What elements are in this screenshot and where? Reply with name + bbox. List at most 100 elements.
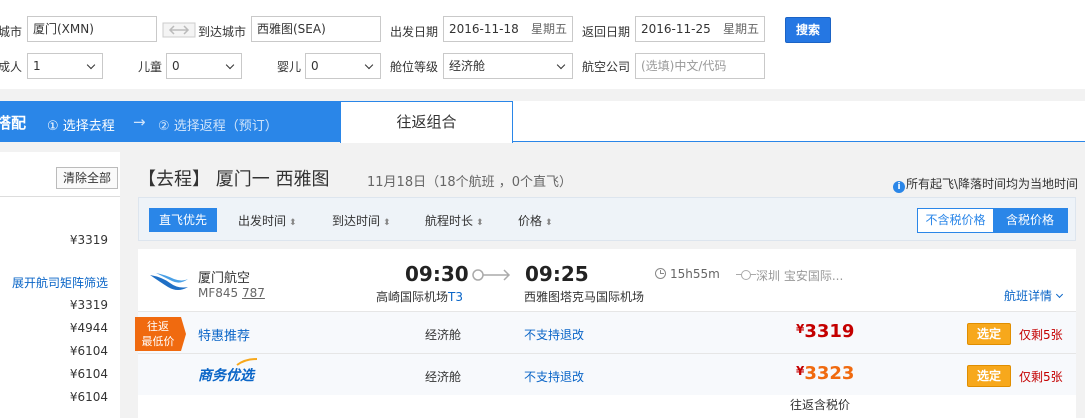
return-date-label: 返回日期 — [582, 25, 631, 39]
airline-label: 航空公司 — [582, 60, 631, 74]
to-city-input[interactable]: 西雅图(SEA) — [251, 16, 381, 42]
tab-round-trip-combo[interactable]: 往返组合 — [340, 101, 513, 143]
flight-count-summary: 11月18日（18个航班 ，0个直飞） — [367, 175, 573, 190]
badge-line: 最低价 — [141, 335, 175, 348]
lowest-price-badge: 往返 最低价 — [135, 317, 186, 351]
airline-input[interactable]: (选填)中文/代码 — [635, 53, 765, 79]
flight-duration: 15h55m — [655, 267, 720, 281]
depart-date-label: 出发日期 — [390, 25, 439, 39]
adult-label: 成人 — [0, 60, 23, 74]
infant-select[interactable]: 0 — [305, 53, 381, 79]
filter-sidebar: 清除全部 ¥3319 展开航司矩阵筛选 ¥3319 ¥4944 ¥6104 ¥6… — [0, 152, 120, 418]
stopover-text: 深圳 宝安国际... — [756, 269, 844, 283]
price-incl-tax-option[interactable]: 含税价格 — [993, 209, 1067, 232]
child-label: 儿童 — [138, 60, 163, 74]
departure-terminal: T3 — [448, 290, 463, 304]
airline-name: 厦门航空 — [198, 271, 251, 286]
price-value: 3323 — [804, 363, 855, 384]
fare-price: ¥3319 — [796, 321, 854, 342]
page-title: 【去程】 厦门一 西雅图 — [138, 169, 330, 190]
fare-cabin: 经济舱 — [425, 328, 462, 342]
price-value: 3319 — [804, 321, 855, 342]
flight-details-text: 航班详情 — [1004, 289, 1053, 303]
adult-select[interactable]: 1 — [27, 53, 103, 79]
sidebar-price: ¥6104 — [69, 390, 108, 404]
child-select[interactable]: 0 — [166, 53, 242, 79]
refund-policy-link[interactable]: 不支持退改 — [524, 368, 584, 385]
chevron-down-icon — [1055, 290, 1064, 299]
fare-price: ¥3323 — [796, 363, 854, 384]
sort-arrows-icon: ⬍ — [545, 218, 553, 228]
sort-arrive-time[interactable]: 到达时间 ⬍ — [332, 212, 391, 229]
select-fare-button[interactable]: 选定 — [967, 365, 1011, 387]
sidebar-price: ¥6104 — [69, 367, 108, 381]
seats-remaining: 仅剩5张 — [1019, 328, 1063, 342]
cabin-select[interactable]: 经济舱 — [443, 53, 573, 79]
tax-price-toggle: 不含税价格 含税价格 — [917, 208, 1068, 233]
cabin-label: 舱位等级 — [390, 60, 439, 74]
clear-all-button[interactable]: 清除全部 — [56, 167, 118, 189]
refund-policy-link[interactable]: 不支持退改 — [524, 326, 584, 343]
sort-label: 价格 — [518, 214, 543, 228]
fare-title: 特惠推荐 — [198, 329, 251, 344]
return-date-value: 2016-11-25 — [641, 22, 711, 36]
stopover-icon — [736, 270, 756, 280]
flight-details-link[interactable]: 航班详情 — [1004, 287, 1064, 304]
swap-icon[interactable] — [162, 22, 196, 38]
sort-label: 出发时间 — [238, 214, 287, 228]
flight-card: 厦门航空 MF845 787 09:30 09:25 高崎国际机场T3 西雅图塔… — [135, 249, 1076, 418]
departure-time: 09:30 — [405, 262, 469, 286]
search-panel: 城市 厦门(XMN) 到达城市 西雅图(SEA) 出发日期 2016-11-18… — [0, 0, 1085, 89]
sort-price[interactable]: 价格 ⬍ — [518, 212, 553, 229]
infant-label: 婴儿 — [277, 60, 302, 74]
info-icon: i — [893, 181, 905, 193]
return-weekday: 星期五 — [722, 22, 759, 36]
depart-date-value: 2016-11-18 — [449, 22, 519, 36]
expand-airline-matrix-link[interactable]: 展开航司矩阵筛选 — [12, 274, 108, 291]
sidebar-price: ¥6104 — [69, 344, 108, 358]
select-fare-button[interactable]: 选定 — [967, 323, 1011, 345]
search-button[interactable]: 搜索 — [785, 17, 831, 43]
sort-arrows-icon: ⬍ — [476, 218, 484, 228]
from-city-input[interactable]: 厦门(XMN) — [27, 16, 157, 42]
clock-icon — [655, 268, 666, 279]
xiamen-airlines-logo-icon — [150, 273, 188, 290]
seats-remaining: 仅剩5张 — [1019, 370, 1063, 384]
step-bar: 搭配 ① 选择去程 → ② 选择返程（预订） 往返组合 — [0, 101, 1085, 143]
airline-placeholder: (选填)中文/代码 — [641, 59, 727, 73]
sort-duration[interactable]: 航程时长 ⬍ — [425, 212, 484, 229]
step-arrow: → — [133, 113, 146, 131]
departure-airport-name: 高崎国际机场 — [376, 290, 449, 304]
arrival-time: 09:25 — [525, 262, 589, 286]
flight-number: MF845 787 — [198, 286, 265, 300]
fare-title: 商务优选 — [198, 368, 254, 384]
flight-arrow-icon — [472, 269, 511, 281]
step-title: 搭配 — [0, 114, 27, 132]
aircraft-type-link[interactable]: 787 — [242, 286, 265, 300]
price-excl-tax-option[interactable]: 不含税价格 — [918, 209, 993, 232]
business-swoosh-icon — [236, 358, 258, 366]
sort-label: 航程时长 — [425, 214, 474, 228]
sort-arrows-icon: ⬍ — [289, 218, 297, 228]
fare-row: 商务优选 经济舱 不支持退改 ¥3323 选定 仅剩5张 — [138, 353, 1076, 395]
return-date-input[interactable]: 2016-11-25 星期五 — [635, 16, 765, 42]
depart-weekday: 星期五 — [530, 22, 567, 36]
sidebar-price: ¥3319 — [69, 298, 108, 312]
arrival-airport: 西雅图塔克马国际机场 — [524, 290, 645, 304]
sort-direct-first[interactable]: 直飞优先 — [149, 208, 217, 232]
notice-text: 所有起飞\降落时间均为当地时间 — [906, 177, 1079, 191]
sort-arrows-icon: ⬍ — [383, 218, 391, 228]
sidebar-divider — [0, 196, 120, 197]
step-1: ① 选择去程 — [47, 119, 115, 134]
badge-line: 往返 — [147, 320, 169, 333]
fare-cabin: 经济舱 — [425, 370, 462, 384]
step-progress: 搭配 ① 选择去程 → ② 选择返程（预订） — [0, 101, 340, 142]
sort-depart-time[interactable]: 出发时间 ⬍ — [238, 212, 297, 229]
fare-row: 往返最低价 特惠推荐 经济舱 不支持退改 ¥3319 选定 仅剩5张 — [135, 311, 1076, 353]
local-time-notice: i 所有起飞\降落时间均为当地时间 — [893, 175, 1078, 193]
step-2: ② 选择返程（预订） — [158, 119, 278, 134]
stopover: 深圳 宝安国际... — [736, 267, 843, 284]
duration-text: 15h55m — [670, 267, 720, 281]
flight-number-text: MF845 — [198, 286, 239, 300]
depart-date-input[interactable]: 2016-11-18 星期五 — [443, 16, 573, 42]
